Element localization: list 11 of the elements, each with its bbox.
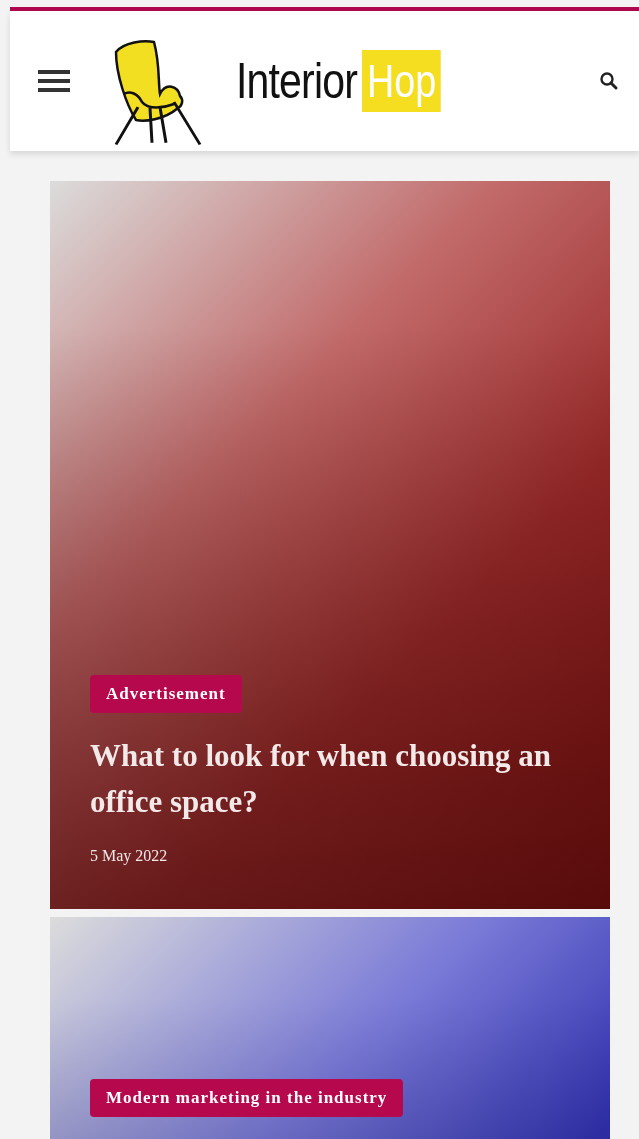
category-tag[interactable]: Advertisement — [90, 675, 242, 713]
article-card[interactable]: Advertisement What to look for when choosing an office space? 5 May 2022 — [50, 181, 610, 909]
search-icon[interactable] — [599, 71, 619, 91]
article-title[interactable]: What to look for when choosing an office space? — [90, 733, 570, 825]
logo-highlight: Hop — [361, 50, 441, 112]
article-date: 5 May 2022 — [90, 847, 169, 865]
category-tag[interactable]: Modern marketing in the industry — [90, 1079, 404, 1117]
site-logo[interactable]: Interior Hop — [236, 50, 458, 112]
menu-icon[interactable] — [38, 70, 72, 92]
logo-text: Interior — [236, 52, 358, 110]
article-card[interactable]: Modern marketing in the industry — [50, 917, 610, 1139]
